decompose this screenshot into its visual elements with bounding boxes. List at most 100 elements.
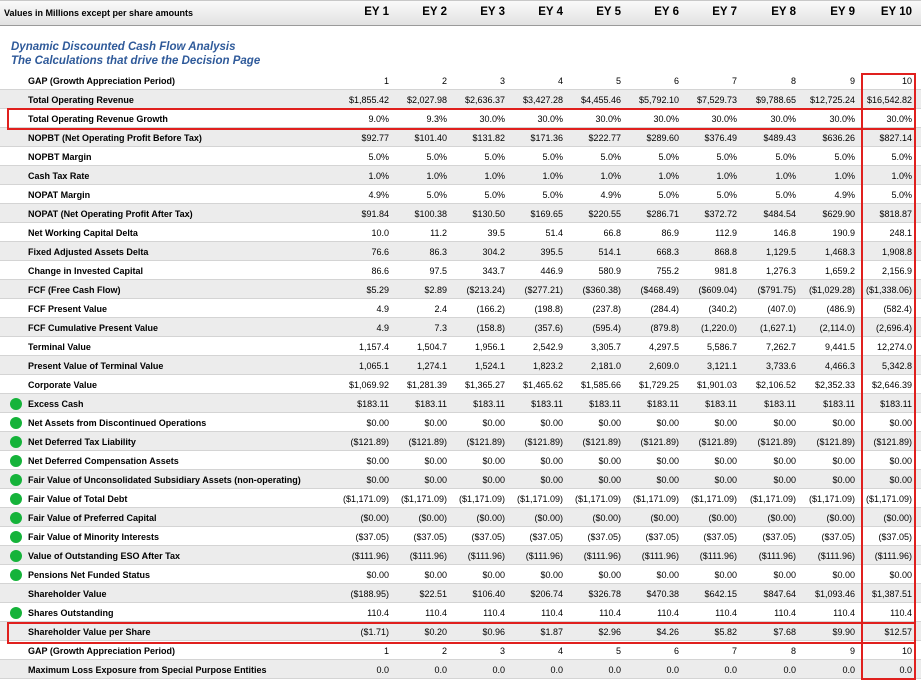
- cell-ey4: $1,465.62: [522, 380, 563, 390]
- cell-ey3: $183.11: [473, 399, 505, 409]
- cell-ey4: 446.9: [540, 266, 563, 276]
- cell-ey2: $0.00: [424, 418, 447, 428]
- cell-ey5: $0.00: [598, 418, 621, 428]
- cell-ey10: $0.00: [889, 570, 912, 580]
- cell-ey7: 0.0: [724, 665, 737, 675]
- cell-ey1: 10.0: [371, 228, 389, 238]
- year-header-1: EY 1: [364, 6, 389, 18]
- cell-ey2: 1.0%: [426, 171, 447, 181]
- cell-ey7: ($0.00): [708, 513, 737, 523]
- cell-ey4: 30.0%: [537, 114, 563, 124]
- cell-ey5: 514.1: [598, 247, 621, 257]
- row-label: Net Working Capital Delta: [28, 228, 138, 238]
- cell-ey7: ($1,171.09): [690, 494, 737, 504]
- cell-ey4: $0.00: [540, 456, 563, 466]
- cell-ey1: 110.4: [367, 608, 389, 618]
- table-row: Fixed Adjusted Assets Delta 76.6 86.3 304.2…: [0, 242, 921, 261]
- cell-ey10: 110.4: [890, 608, 912, 618]
- cell-ey8: 30.0%: [770, 114, 796, 124]
- table-row: Net Working Capital Delta 10.0 11.2 39.5 51.…: [0, 223, 921, 242]
- cell-ey5: ($1,171.09): [574, 494, 621, 504]
- cell-ey3: $0.00: [482, 456, 505, 466]
- table-row: Pensions Net Funded Status $0.00 $0.00 $0.0…: [0, 565, 921, 584]
- cell-ey8: $2,106.52: [755, 380, 796, 390]
- cell-ey7: 7: [731, 646, 737, 656]
- table-row: NOPBT Margin 5.0% 5.0% 5.0% 5.0% 5.0% 5.0% 5.0%…: [0, 147, 921, 166]
- cell-ey5: ($360.38): [582, 285, 621, 295]
- cell-ey1: ($111.96): [351, 551, 389, 561]
- table-row: Value of Outstanding ESO After Tax ($111.…: [0, 546, 921, 565]
- cell-ey10: 5.0%: [891, 152, 912, 162]
- cell-ey7: $0.00: [714, 475, 737, 485]
- status-dot-icon: [10, 530, 22, 543]
- cell-ey8: 1,129.5: [765, 247, 796, 257]
- cell-ey3: (158.8): [476, 323, 505, 333]
- cell-ey7: $0.00: [714, 570, 737, 580]
- cell-ey8: (407.0): [767, 304, 796, 314]
- cell-ey9: (486.9): [826, 304, 855, 314]
- cell-ey7: ($111.96): [699, 551, 737, 561]
- cell-ey10: $2,646.39: [871, 380, 912, 390]
- cell-ey5: $0.00: [598, 570, 621, 580]
- cell-ey8: $0.00: [773, 475, 796, 485]
- cell-ey10: (582.4): [883, 304, 912, 314]
- cell-ey9: 0.0: [842, 665, 855, 675]
- cell-ey3: $0.00: [482, 570, 505, 580]
- cell-ey3: $106.40: [472, 589, 505, 599]
- cell-ey8: $484.54: [763, 209, 796, 219]
- cell-ey9: 30.0%: [829, 114, 855, 124]
- cell-ey2: $1,281.39: [406, 380, 447, 390]
- cell-ey4: ($121.89): [524, 437, 563, 447]
- cell-ey9: ($1,029.28): [808, 285, 855, 295]
- cell-ey3: $130.50: [472, 209, 505, 219]
- cell-ey9: $629.90: [822, 209, 855, 219]
- status-dot-icon: [10, 416, 22, 429]
- cell-ey3: 5.0%: [484, 152, 505, 162]
- cell-ey9: ($1,171.09): [808, 494, 855, 504]
- cell-ey6: (879.8): [650, 323, 679, 333]
- cell-ey7: 5.0%: [716, 152, 737, 162]
- cell-ey3: $0.96: [482, 627, 505, 637]
- status-dot-icon: [10, 549, 22, 562]
- table-row: Cash Tax Rate 1.0% 1.0% 1.0% 1.0% 1.0% 1.0% 1.0…: [0, 166, 921, 185]
- status-dot-icon: [10, 606, 22, 619]
- cell-ey10: 2,156.9: [881, 266, 912, 276]
- cell-ey1: $0.00: [366, 456, 389, 466]
- table-row: FCF (Free Cash Flow) $5.29 $2.89 ($213.24) (…: [0, 280, 921, 299]
- cell-ey10: ($1,171.09): [865, 494, 912, 504]
- cell-ey9: ($37.05): [821, 532, 855, 542]
- cell-ey5: (595.4): [592, 323, 621, 333]
- cell-ey2: $0.00: [424, 570, 447, 580]
- cell-ey3: $2,636.37: [464, 95, 505, 105]
- table-row: Fair Value of Minority Interests ($37.05)…: [0, 527, 921, 546]
- cell-ey2: 0.0: [434, 665, 447, 675]
- cell-ey7: 981.8: [714, 266, 737, 276]
- table-row: FCF Present Value 4.9 2.4 (166.2) (198.8) (23…: [0, 299, 921, 318]
- cell-ey1: $183.11: [357, 399, 389, 409]
- cell-ey4: 1,823.2: [532, 361, 563, 371]
- table-row: Total Operating Revenue $1,855.42 $2,027.9…: [0, 90, 921, 109]
- cell-ey7: 1.0%: [716, 171, 737, 181]
- cell-ey4: 4: [557, 76, 563, 86]
- cell-ey10: 10: [901, 646, 912, 656]
- cell-ey6: ($0.00): [650, 513, 679, 523]
- cell-ey8: $0.00: [773, 570, 796, 580]
- cell-ey7: $7,529.73: [696, 95, 737, 105]
- cell-ey10: $12.57: [884, 627, 912, 637]
- cell-ey1: 0.0: [376, 665, 389, 675]
- cell-ey3: 30.0%: [479, 114, 505, 124]
- cell-ey6: $4.26: [656, 627, 679, 637]
- row-label: Corporate Value: [28, 380, 98, 390]
- row-label: FCF (Free Cash Flow): [28, 285, 121, 295]
- cell-ey6: 755.2: [656, 266, 679, 276]
- row-label: GAP (Growth Appreciation Period): [28, 76, 176, 86]
- cell-ey8: 0.0: [783, 665, 796, 675]
- cell-ey9: $183.11: [823, 399, 855, 409]
- row-label: Fair Value of Preferred Capital: [28, 513, 157, 523]
- cell-ey2: 1,504.7: [416, 342, 447, 352]
- cell-ey6: $0.00: [656, 456, 679, 466]
- cell-ey8: 1,276.3: [765, 266, 796, 276]
- year-header-4: EY 4: [538, 6, 563, 18]
- cell-ey2: $100.38: [414, 209, 447, 219]
- table-row: Shares Outstanding 110.4 110.4 110.4 110.4 11…: [0, 603, 921, 622]
